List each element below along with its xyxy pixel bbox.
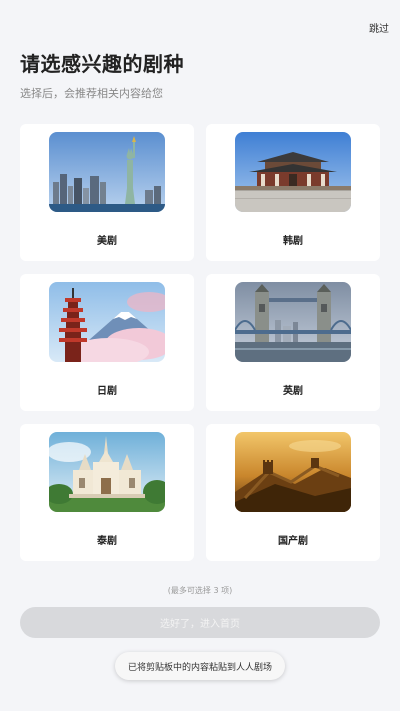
selection-limit-hint: (最多可选择 3 项) [167, 586, 233, 595]
mount-fuji-pagoda-image [49, 282, 165, 362]
genre-card-us[interactable]: 美剧 [20, 124, 194, 261]
tower-bridge-image [235, 282, 351, 362]
genre-label-korean: 韩剧 [283, 236, 303, 247]
genre-grid: 美剧 韩剧 日剧 英剧 泰剧 国产剧 [20, 124, 380, 561]
bottom-bar [0, 705, 400, 711]
thai-temple-image [49, 432, 165, 512]
genre-card-british[interactable]: 英剧 [206, 274, 380, 411]
clipboard-toast: 已将剪贴板中的内容粘贴到人人剧场 [115, 652, 285, 680]
genre-label-japanese: 日剧 [97, 386, 117, 397]
genre-label-british: 英剧 [283, 386, 303, 397]
genre-card-japanese[interactable]: 日剧 [20, 274, 194, 411]
genre-label-us: 美剧 [97, 236, 117, 247]
statue-of-liberty-image [49, 132, 165, 212]
genre-label-chinese: 国产剧 [278, 536, 308, 547]
genre-card-korean[interactable]: 韩剧 [206, 124, 380, 261]
skip-button[interactable]: 跳过 [369, 20, 389, 35]
great-wall-image [235, 432, 351, 512]
korean-palace-image [235, 132, 351, 212]
page-subtitle: 选择后，会推荐相关内容给您 [20, 87, 163, 100]
genre-label-thai: 泰剧 [97, 536, 117, 547]
genre-card-thai[interactable]: 泰剧 [20, 424, 194, 561]
enter-home-button[interactable]: 选好了，进入首页 [20, 607, 380, 638]
genre-selection-screen: 跳过 请选感兴趣的剧种 选择后，会推荐相关内容给您 美剧 韩剧 日剧 英剧 泰剧… [0, 0, 400, 711]
page-title: 请选感兴趣的剧种 [20, 52, 184, 76]
genre-card-chinese[interactable]: 国产剧 [206, 424, 380, 561]
